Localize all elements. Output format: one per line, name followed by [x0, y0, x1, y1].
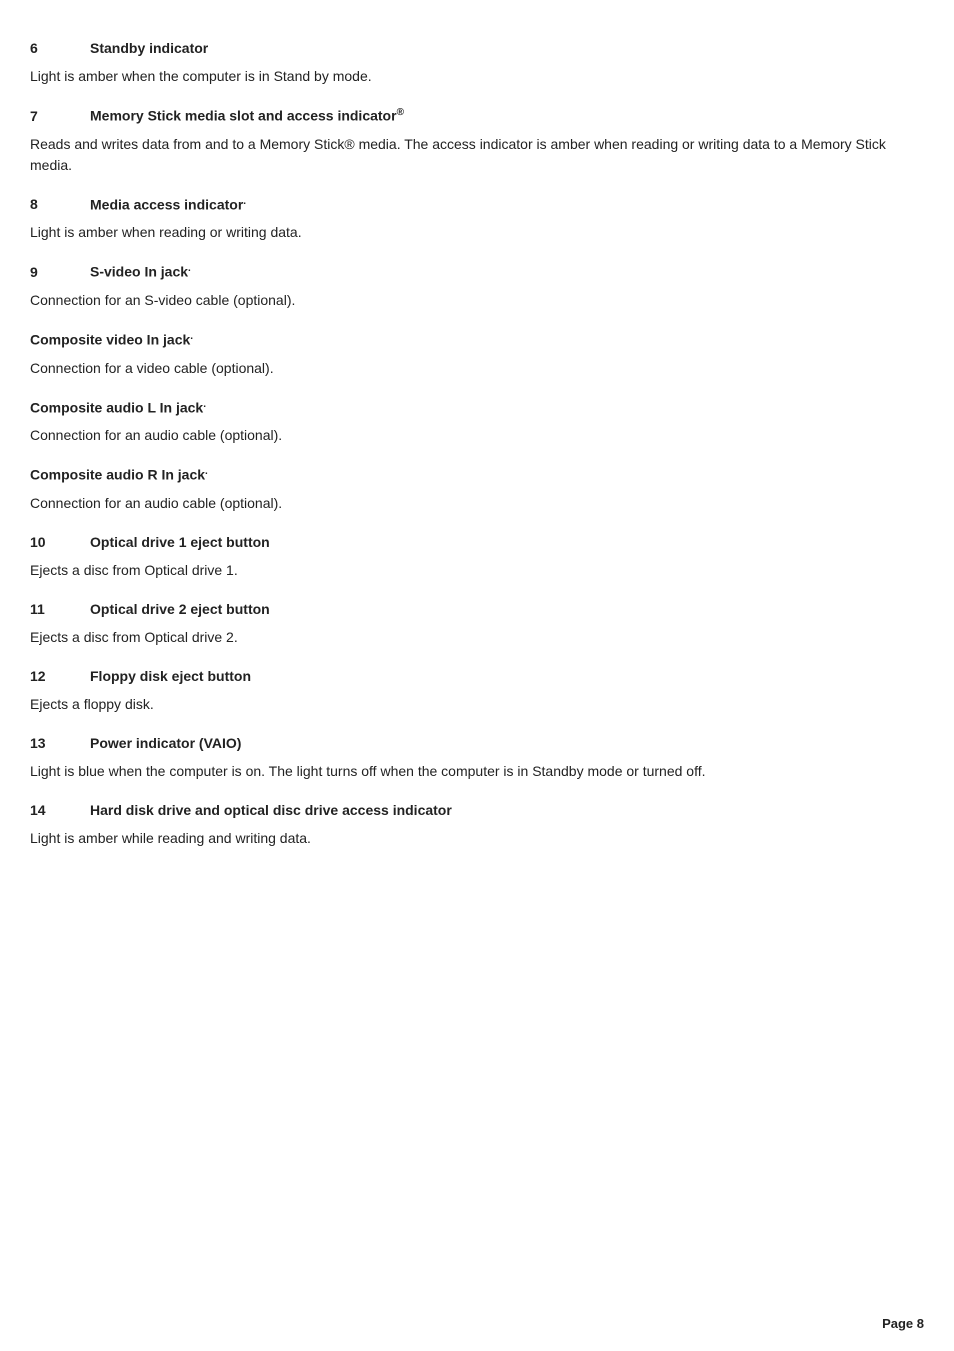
bold-section-header: Composite video In jack.: [30, 331, 924, 348]
bold-section-desc: Connection for a video cable (optional).: [30, 358, 924, 379]
section-title: Standby indicator: [90, 40, 208, 56]
section-title: Optical drive 1 eject button: [90, 534, 270, 550]
section-header: 7Memory Stick media slot and access indi…: [30, 107, 924, 124]
section-item: 11Optical drive 2 eject button Ejects a d…: [30, 601, 924, 648]
section-header: 13Power indicator (VAIO): [30, 735, 924, 751]
section-title: Optical drive 2 eject button: [90, 601, 270, 617]
section-item: 10Optical drive 1 eject button Ejects a d…: [30, 534, 924, 581]
page-number: Page 8: [882, 1316, 924, 1331]
section-desc: Connection for an S-video cable (optiona…: [30, 290, 924, 311]
section-number: 11: [30, 601, 90, 617]
bold-section-title: Composite video In jack.: [30, 331, 193, 348]
section-header: 9S-video In jack.: [30, 263, 924, 280]
section-title: Memory Stick media slot and access indic…: [90, 107, 404, 124]
bold-sections: Composite video In jack. Connection for a…: [30, 331, 924, 514]
section-header: 10Optical drive 1 eject button: [30, 534, 924, 550]
section-desc: Light is amber when reading or writing d…: [30, 222, 924, 243]
section-item: 12Floppy disk eject button Ejects a flopp…: [30, 668, 924, 715]
section-header: 11Optical drive 2 eject button: [30, 601, 924, 617]
section-number: 9: [30, 264, 90, 280]
bold-section-item: Composite video In jack. Connection for a…: [30, 331, 924, 379]
section-item: 9S-video In jack. Connection for an S-vid…: [30, 263, 924, 311]
section-item: 6Standby indicator Light is amber when th…: [30, 40, 924, 87]
section-title: S-video In jack.: [90, 263, 191, 280]
section-desc: Light is amber while reading and writing…: [30, 828, 924, 849]
bold-section-title: Composite audio R In jack.: [30, 466, 208, 483]
section-header: 12Floppy disk eject button: [30, 668, 924, 684]
bold-section-header: Composite audio R In jack.: [30, 466, 924, 483]
section-item: 14Hard disk drive and optical disc drive…: [30, 802, 924, 849]
section-title: Hard disk drive and optical disc drive a…: [90, 802, 452, 818]
bold-section-item: Composite audio R In jack. Connection for…: [30, 466, 924, 514]
section-header: 14Hard disk drive and optical disc drive…: [30, 802, 924, 818]
section-number: 6: [30, 40, 90, 56]
section-title: Media access indicator.: [90, 196, 246, 213]
page-footer: Page 8: [882, 1316, 924, 1331]
section-number: 12: [30, 668, 90, 684]
section-title: Floppy disk eject button: [90, 668, 251, 684]
section-desc: Light is amber when the computer is in S…: [30, 66, 924, 87]
section-title: Power indicator (VAIO): [90, 735, 241, 751]
section-number: 7: [30, 108, 90, 124]
bold-section-desc: Connection for an audio cable (optional)…: [30, 493, 924, 514]
section-item: 13Power indicator (VAIO) Light is blue wh…: [30, 735, 924, 782]
section-desc: Ejects a disc from Optical drive 1.: [30, 560, 924, 581]
section-number: 14: [30, 802, 90, 818]
bold-section-header: Composite audio L In jack.: [30, 399, 924, 416]
section-item: 7Memory Stick media slot and access indi…: [30, 107, 924, 176]
section-desc: Light is blue when the computer is on. T…: [30, 761, 924, 782]
section-number: 10: [30, 534, 90, 550]
sections2: 10Optical drive 1 eject button Ejects a d…: [30, 534, 924, 849]
section-number: 8: [30, 196, 90, 212]
bold-section-desc: Connection for an audio cable (optional)…: [30, 425, 924, 446]
section-desc: Ejects a disc from Optical drive 2.: [30, 627, 924, 648]
main-content: 6Standby indicator Light is amber when th…: [30, 40, 924, 311]
bold-section-title: Composite audio L In jack.: [30, 399, 206, 416]
section-number: 13: [30, 735, 90, 751]
section-header: 6Standby indicator: [30, 40, 924, 56]
section-desc: Ejects a floppy disk.: [30, 694, 924, 715]
section-header: 8Media access indicator.: [30, 196, 924, 213]
bold-section-item: Composite audio L In jack. Connection for…: [30, 399, 924, 447]
section-item: 8Media access indicator. Light is amber w…: [30, 196, 924, 244]
section-desc: Reads and writes data from and to a Memo…: [30, 134, 924, 176]
